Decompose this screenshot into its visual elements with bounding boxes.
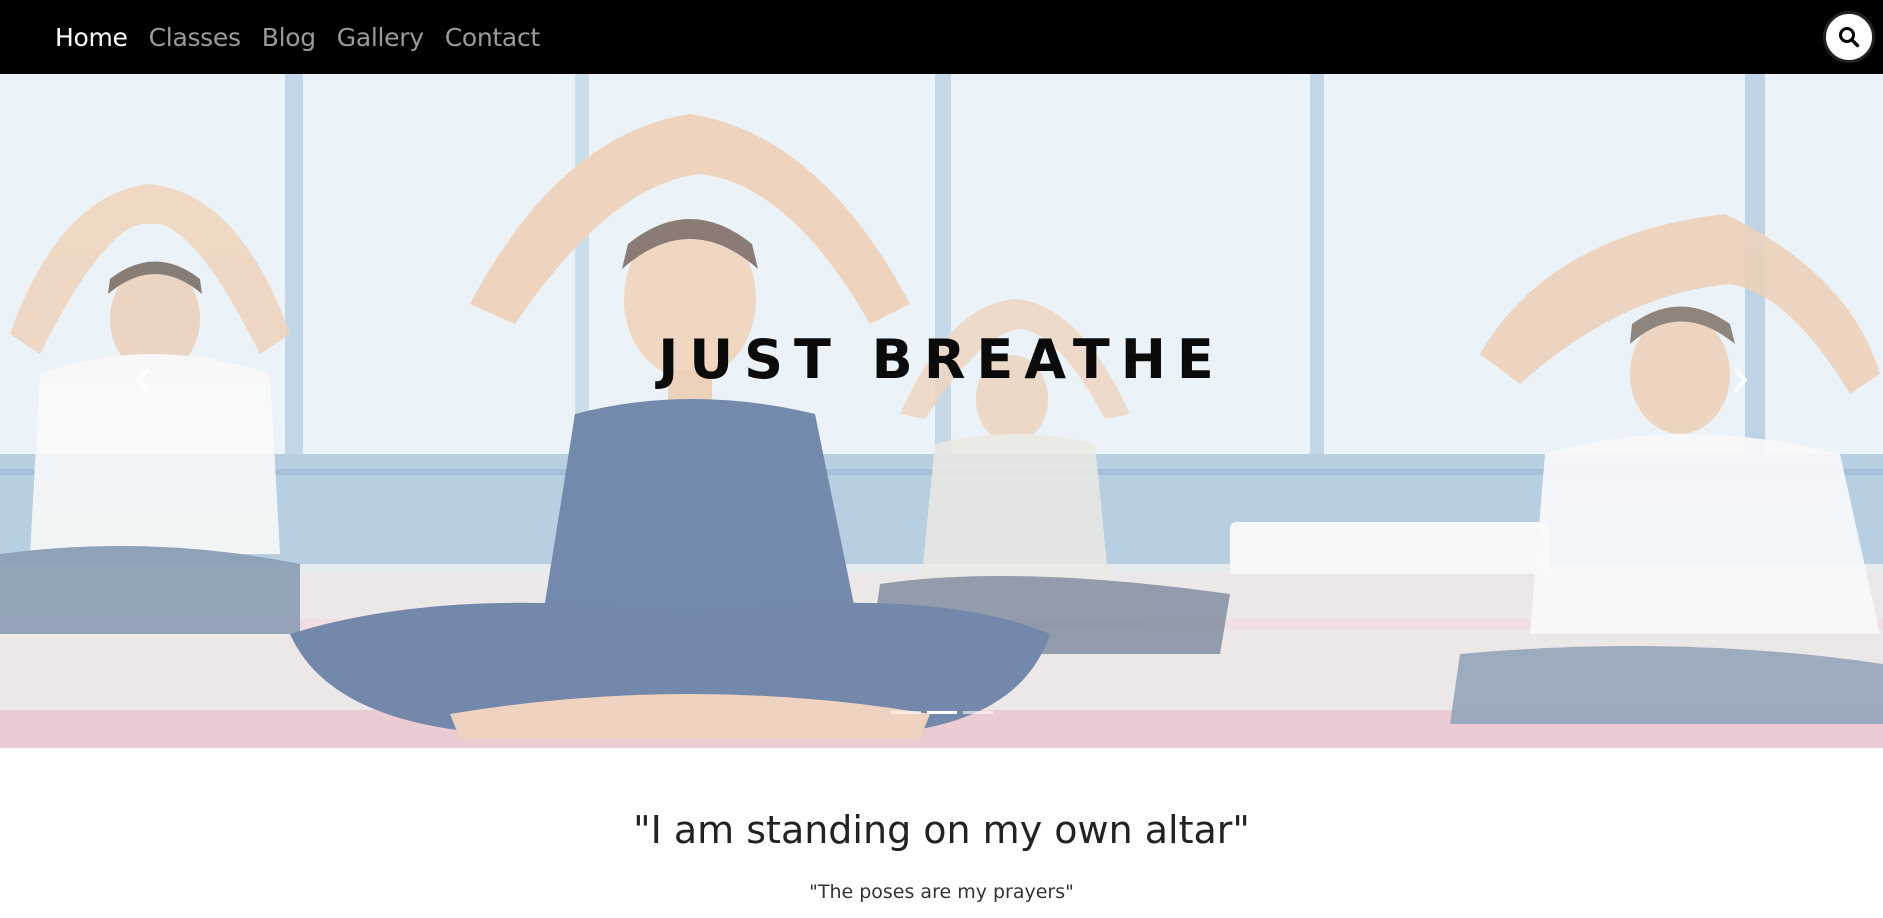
carousel-indicator[interactable] — [890, 711, 921, 714]
nav-links: Home Classes Blog Gallery Contact — [55, 23, 561, 52]
hero-carousel: JUST BREATHE — [0, 74, 1883, 748]
search-button[interactable] — [1823, 11, 1875, 63]
nav-link-home[interactable]: Home — [55, 23, 128, 52]
carousel-indicator[interactable] — [962, 711, 993, 714]
hero-image — [0, 74, 1883, 748]
carousel-indicators — [890, 711, 993, 714]
chevron-right-icon — [1733, 367, 1748, 393]
nav-link-contact[interactable]: Contact — [445, 23, 540, 52]
hero-title: JUST BREATHE — [658, 328, 1225, 391]
nav-link-gallery[interactable]: Gallery — [337, 23, 424, 52]
quote-heading: "I am standing on my own altar" — [633, 808, 1250, 852]
chevron-left-icon — [135, 367, 150, 393]
nav-link-blog[interactable]: Blog — [262, 23, 316, 52]
carousel-next-button[interactable] — [1725, 360, 1755, 400]
search-icon — [1839, 27, 1860, 48]
nav-link-classes[interactable]: Classes — [149, 23, 241, 52]
carousel-indicator-active[interactable] — [926, 711, 957, 714]
carousel-prev-button[interactable] — [128, 360, 158, 400]
navbar: Home Classes Blog Gallery Contact — [0, 0, 1883, 74]
quote-subtext: "The poses are my prayers" — [809, 881, 1074, 903]
